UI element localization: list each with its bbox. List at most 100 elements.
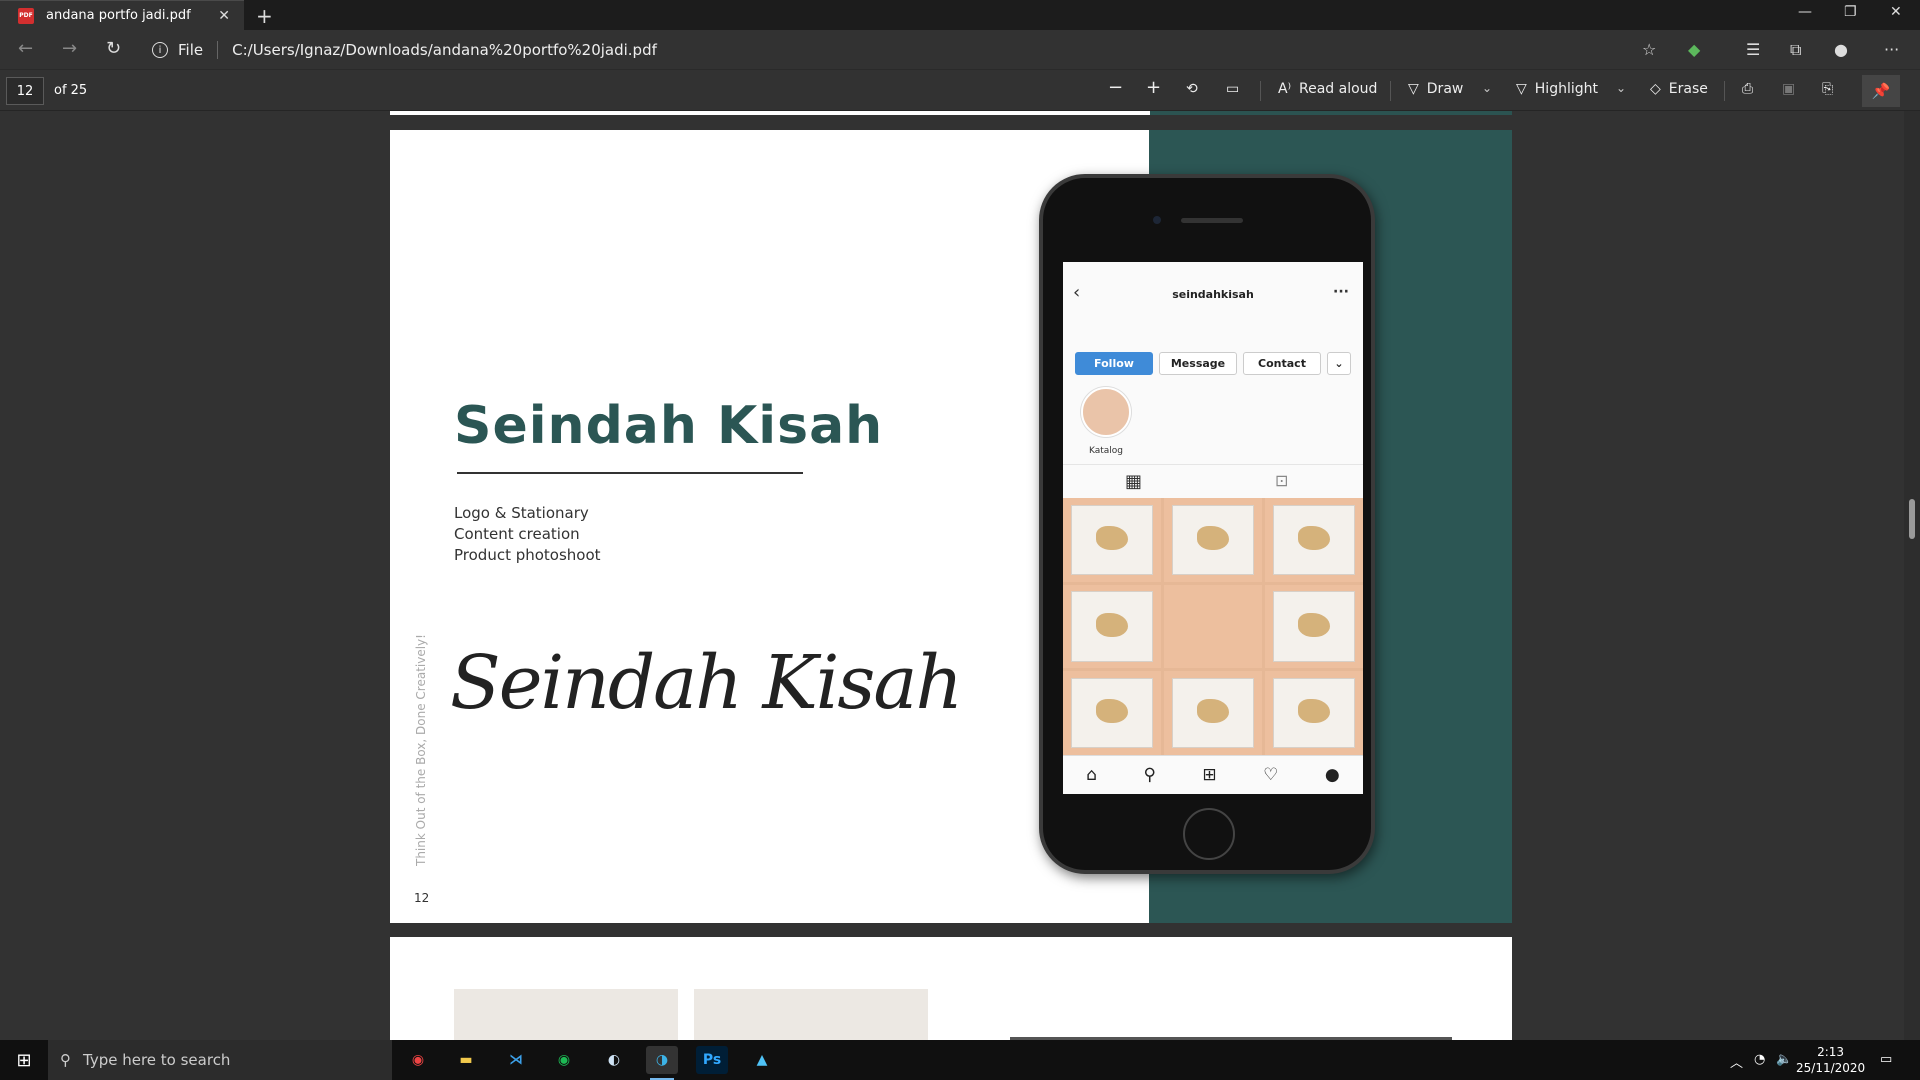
tagged-icon: ⊡ (1275, 471, 1289, 490)
print-icon[interactable]: ⎙ (1742, 81, 1753, 97)
network-icon[interactable]: ◔ (1754, 1052, 1765, 1067)
save-as-icon[interactable]: ⎘ (1822, 81, 1833, 97)
spotify-icon[interactable]: ◉ (548, 1046, 580, 1074)
highlight-button[interactable]: ▽ Highlight (1516, 81, 1598, 97)
heart-icon: ♡ (1263, 765, 1279, 785)
pin-toolbar-button[interactable]: 📌 (1862, 75, 1900, 107)
favorites-icon[interactable]: ☰ (1746, 40, 1760, 59)
page-number-input[interactable]: 12 (6, 77, 44, 105)
grid-photo (1164, 498, 1262, 582)
vscode-icon[interactable]: ⋊ (500, 1046, 532, 1074)
minimize-button[interactable]: — (1798, 4, 1812, 20)
grid-icon: ▦ (1125, 471, 1143, 492)
home-button (1183, 808, 1235, 860)
service-item: Logo & Stationary (454, 504, 589, 522)
add-post-icon: ⊞ (1202, 765, 1217, 785)
search-icon: ⚲ (60, 1051, 71, 1069)
grid-photo (1164, 671, 1262, 755)
close-tab-icon[interactable]: ✕ (218, 8, 230, 24)
next-page-photo (694, 989, 928, 1040)
profile-tabs: ▦ ⊡ (1063, 464, 1363, 498)
notifications-icon[interactable]: ▭ (1880, 1052, 1892, 1067)
profile-icon: ● (1324, 765, 1340, 785)
forward-icon[interactable]: → (62, 38, 77, 59)
page-title: Seindah Kisah (454, 396, 884, 456)
url-scheme: File (178, 41, 204, 59)
grid-illustration (1164, 584, 1262, 669)
browser-tab[interactable]: PDF andana portfo jadi.pdf ✕ (0, 0, 244, 30)
info-icon[interactable]: i (152, 42, 168, 58)
search-placeholder: Type here to search (83, 1051, 231, 1069)
story-highlight (1081, 387, 1131, 437)
tab-title: andana portfo jadi.pdf (46, 8, 191, 23)
read-aloud-label: Read aloud (1299, 81, 1378, 97)
draw-button[interactable]: ▽ Draw (1408, 81, 1463, 97)
read-aloud-button[interactable]: A⁾ Read aloud (1278, 81, 1377, 97)
zoom-in-icon[interactable]: + (1146, 77, 1161, 98)
message-button: Message (1159, 352, 1237, 375)
next-page-photo (454, 989, 678, 1040)
instagram-username: seindahkisah (1172, 288, 1254, 301)
scrollbar-thumb[interactable] (1909, 499, 1915, 539)
pdf-icon: PDF (18, 7, 34, 24)
restore-button[interactable]: ❐ (1844, 4, 1857, 20)
service-item: Product photoshoot (454, 546, 601, 564)
follow-button: Follow (1075, 352, 1153, 375)
toolbar-divider (1390, 81, 1391, 101)
dropdown-chevron-icon: ⌄ (1327, 352, 1351, 375)
vertical-scrollbar[interactable] (1904, 111, 1920, 1040)
pdf-toolbar: 12 of 25 − + ⟲ ▭ A⁾ Read aloud ▽ Draw ⌄ ▽ H… (0, 71, 1920, 111)
new-tab-button[interactable]: + (256, 4, 273, 28)
draw-chevron-icon[interactable]: ⌄ (1482, 81, 1492, 95)
photos-icon[interactable]: ▲ (746, 1046, 778, 1074)
read-aloud-icon: A⁾ (1278, 81, 1292, 97)
taskbar-search[interactable]: ⚲ Type here to search (48, 1040, 392, 1080)
previous-page-edge-accent (1150, 111, 1512, 115)
search-icon: ⚲ (1143, 765, 1156, 785)
photo-grid (1063, 498, 1363, 755)
instagram-bottom-nav: ⌂ ⚲ ⊞ ♡ ● (1063, 755, 1363, 794)
clock-time: 2:13 (1817, 1045, 1845, 1059)
profile-avatar[interactable]: ● (1834, 40, 1848, 59)
instagram-screen: ‹ seindahkisah ··· Follow Message Contac… (1063, 262, 1363, 794)
photoshop-icon[interactable]: Ps (696, 1046, 728, 1074)
phone-mockup: ‹ seindahkisah ··· Follow Message Contac… (1039, 174, 1375, 874)
extension-icon[interactable]: ◆ (1688, 40, 1700, 59)
page-count: of 25 (54, 83, 88, 98)
highlight-chevron-icon[interactable]: ⌄ (1616, 81, 1626, 95)
edge-icon[interactable]: ◑ (646, 1046, 678, 1080)
page-number: 12 (414, 891, 430, 905)
more-icon[interactable]: ··· (1884, 40, 1899, 59)
more-dots-icon: ··· (1333, 284, 1349, 300)
back-icon[interactable]: ← (18, 38, 33, 59)
taskbar-clock[interactable]: 2:13 25/11/2020 (1796, 1044, 1865, 1076)
url-divider (217, 41, 219, 59)
chrome-icon[interactable]: ◉ (402, 1046, 434, 1074)
toolbar-divider (1724, 81, 1725, 101)
pdf-viewer[interactable]: Seindah Kisah Logo & Stationary Content … (0, 111, 1920, 1040)
eraser-icon: ◇ (1650, 81, 1661, 97)
draw-label: Draw (1426, 81, 1464, 97)
rotate-icon[interactable]: ⟲ (1186, 81, 1198, 97)
favorite-star-icon[interactable]: ☆ (1642, 40, 1656, 59)
collections-icon[interactable]: ⧉ (1790, 40, 1801, 60)
grid-photo (1063, 498, 1161, 582)
fit-page-icon[interactable]: ▭ (1226, 81, 1239, 97)
vertical-tagline: Think Out of the Box, Done Creatively! (414, 634, 428, 866)
tray-chevron-icon[interactable]: ︿ (1730, 1052, 1743, 1071)
zoom-out-icon[interactable]: − (1108, 77, 1123, 98)
steam-icon[interactable]: ◐ (598, 1046, 630, 1074)
erase-label: Erase (1668, 81, 1708, 97)
refresh-icon[interactable]: ↻ (106, 38, 121, 59)
highlight-icon: ▽ (1516, 81, 1527, 97)
volume-icon[interactable]: 🔈 (1776, 1052, 1792, 1067)
clock-date: 25/11/2020 (1796, 1061, 1866, 1075)
grid-photo (1265, 498, 1363, 582)
windows-start-icon[interactable]: ⊞ (0, 1040, 48, 1080)
url-text[interactable]: C:/Users/Ignaz/Downloads/andana%20portfo… (232, 41, 657, 59)
save-icon[interactable]: ▣ (1782, 81, 1795, 97)
file-explorer-icon[interactable]: ▬ (450, 1046, 482, 1074)
erase-button[interactable]: ◇ Erase (1650, 81, 1708, 97)
url-field[interactable]: i File C:/Users/Ignaz/Downloads/andana%2… (152, 36, 1662, 64)
close-window-button[interactable]: ✕ (1890, 4, 1902, 20)
